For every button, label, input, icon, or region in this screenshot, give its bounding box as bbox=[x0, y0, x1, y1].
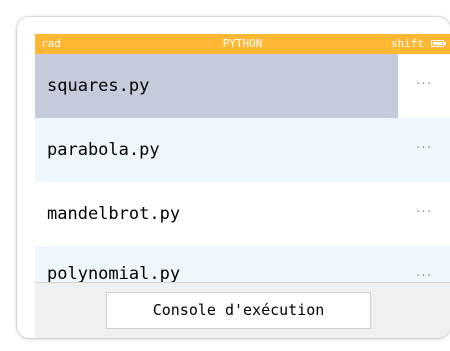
battery-icon bbox=[431, 40, 446, 47]
more-options-icon[interactable]: ··· bbox=[398, 246, 450, 282]
script-name[interactable]: polynomial.py bbox=[35, 246, 398, 282]
script-name[interactable]: mandelbrot.py bbox=[35, 182, 398, 246]
more-options-icon[interactable]: ··· bbox=[398, 54, 450, 118]
more-options-icon[interactable]: ··· bbox=[398, 182, 450, 246]
more-options-icon[interactable]: ··· bbox=[398, 118, 450, 182]
script-row[interactable]: mandelbrot.py ··· bbox=[35, 182, 450, 246]
script-row[interactable]: polynomial.py ··· bbox=[35, 246, 450, 282]
calculator-screen: rad PYTHON shift squares.py ··· parabola… bbox=[35, 34, 450, 338]
script-list: squares.py ··· parabola.py ··· mandelbro… bbox=[35, 54, 450, 282]
bottom-bar: Console d'exécution bbox=[35, 282, 450, 338]
status-bar: rad PYTHON shift bbox=[35, 34, 450, 54]
calculator-frame: rad PYTHON shift squares.py ··· parabola… bbox=[17, 17, 450, 338]
execution-console-button[interactable]: Console d'exécution bbox=[106, 292, 371, 329]
app-title: PYTHON bbox=[222, 37, 263, 50]
shift-indicator: shift bbox=[390, 37, 424, 50]
script-name[interactable]: squares.py bbox=[35, 54, 398, 118]
script-name[interactable]: parabola.py bbox=[35, 118, 398, 182]
script-row[interactable]: parabola.py ··· bbox=[35, 118, 450, 182]
script-row[interactable]: squares.py ··· bbox=[35, 54, 450, 118]
